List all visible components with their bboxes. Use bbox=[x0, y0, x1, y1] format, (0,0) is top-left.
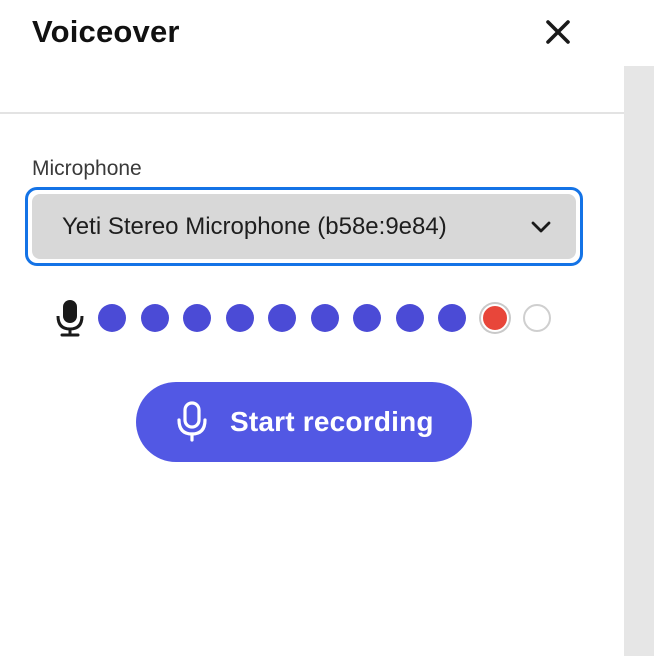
level-dot-on bbox=[183, 304, 211, 332]
start-recording-button[interactable]: Start recording bbox=[136, 382, 472, 462]
level-dot-on bbox=[395, 304, 424, 332]
level-dot-peak bbox=[480, 304, 509, 332]
close-icon bbox=[546, 20, 570, 44]
level-dot-on bbox=[353, 304, 381, 332]
microphone-icon bbox=[54, 299, 86, 337]
scrollbar-track[interactable] bbox=[624, 66, 654, 656]
level-dot-on bbox=[140, 304, 169, 332]
voiceover-panel: Voiceover Microphone Yeti Stereo Microph… bbox=[0, 0, 624, 656]
microphone-select-focus-ring: Yeti Stereo Microphone (b58e:9e84) bbox=[25, 187, 583, 266]
panel-title: Voiceover bbox=[32, 14, 180, 49]
microphone-select[interactable]: Yeti Stereo Microphone (b58e:9e84) bbox=[32, 194, 576, 259]
start-recording-label: Start recording bbox=[230, 406, 434, 437]
microphone-outline-icon bbox=[174, 400, 210, 444]
header-divider bbox=[0, 112, 624, 114]
level-dot-on bbox=[98, 304, 126, 332]
level-dot-off bbox=[523, 304, 551, 332]
level-dot-on bbox=[310, 304, 339, 332]
level-dot-on bbox=[438, 304, 466, 332]
input-level-meter bbox=[54, 298, 566, 338]
level-dot-on bbox=[268, 304, 296, 332]
scrollbar-track-top bbox=[624, 0, 654, 66]
close-button[interactable] bbox=[540, 14, 576, 50]
microphone-label: Microphone bbox=[32, 157, 142, 180]
level-dot-on bbox=[225, 304, 254, 332]
microphone-select-value: Yeti Stereo Microphone (b58e:9e84) bbox=[62, 212, 447, 240]
chevron-down-icon bbox=[531, 221, 551, 232]
